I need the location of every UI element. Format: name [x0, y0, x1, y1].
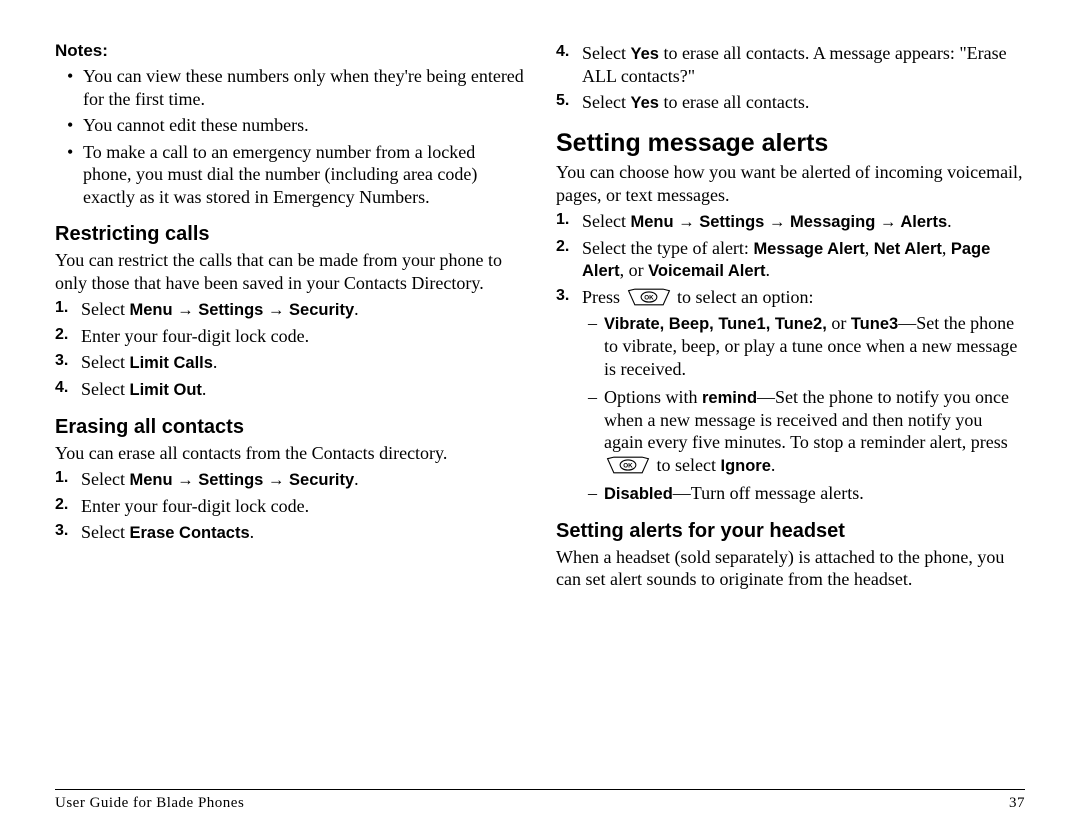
- notes-list: You can view these numbers only when the…: [55, 65, 524, 208]
- right-column: Select Yes to erase all contacts. A mess…: [556, 40, 1025, 595]
- headset-alerts-heading: Setting alerts for your headset: [556, 519, 1025, 544]
- list-item: You cannot edit these numbers.: [83, 114, 524, 137]
- ok-key-icon: [627, 287, 671, 307]
- page-number: 37: [1009, 794, 1025, 813]
- step-item: Select Yes to erase all contacts.: [578, 91, 1025, 114]
- step-item: Select Limit Calls.: [77, 351, 524, 374]
- step-item: Enter your four-digit lock code.: [77, 495, 524, 518]
- list-item: Vibrate, Beep, Tune1, Tune2, or Tune3—Se…: [604, 312, 1025, 380]
- step-item: Select Menu → Settings → Security.: [77, 468, 524, 491]
- list-item: You can view these numbers only when the…: [83, 65, 524, 110]
- step-item: Press to select an option: Vibrate, Beep…: [578, 286, 1025, 505]
- list-item: Options with remind—Set the phone to not…: [604, 386, 1025, 476]
- restricting-calls-heading: Restricting calls: [55, 222, 524, 247]
- step-item: Select the type of alert: Message Alert,…: [578, 237, 1025, 282]
- erasing-contacts-steps-cont: Select Yes to erase all contacts. A mess…: [556, 42, 1025, 114]
- alert-options: Vibrate, Beep, Tune1, Tune2, or Tune3—Se…: [582, 312, 1025, 505]
- erasing-contacts-body: You can erase all contacts from the Cont…: [55, 442, 524, 465]
- notes-heading: Notes:: [55, 40, 524, 61]
- step-item: Enter your four-digit lock code.: [77, 325, 524, 348]
- step-item: Select Menu → Settings → Messaging → Ale…: [578, 210, 1025, 233]
- left-column: Notes: You can view these numbers only w…: [55, 40, 524, 595]
- erasing-contacts-steps: Select Menu → Settings → Security. Enter…: [55, 468, 524, 544]
- page-footer: User Guide for Blade Phones 37: [55, 789, 1025, 813]
- list-item: To make a call to an emergency number fr…: [83, 141, 524, 209]
- setting-message-alerts-body: You can choose how you want be alerted o…: [556, 161, 1025, 206]
- step-item: Select Erase Contacts.: [77, 521, 524, 544]
- ok-key-icon: [606, 455, 650, 475]
- step-item: Select Yes to erase all contacts. A mess…: [578, 42, 1025, 87]
- headset-alerts-body: When a headset (sold separately) is atta…: [556, 546, 1025, 591]
- restricting-calls-body: You can restrict the calls that can be m…: [55, 249, 524, 294]
- footer-title: User Guide for Blade Phones: [55, 794, 244, 813]
- restricting-calls-steps: Select Menu → Settings → Security. Enter…: [55, 298, 524, 400]
- alerts-steps: Select Menu → Settings → Messaging → Ale…: [556, 210, 1025, 505]
- step-item: Select Menu → Settings → Security.: [77, 298, 524, 321]
- setting-message-alerts-heading: Setting message alerts: [556, 128, 1025, 159]
- erasing-contacts-heading: Erasing all contacts: [55, 415, 524, 440]
- list-item: Disabled—Turn off message alerts.: [604, 482, 1025, 505]
- step-item: Select Limit Out.: [77, 378, 524, 401]
